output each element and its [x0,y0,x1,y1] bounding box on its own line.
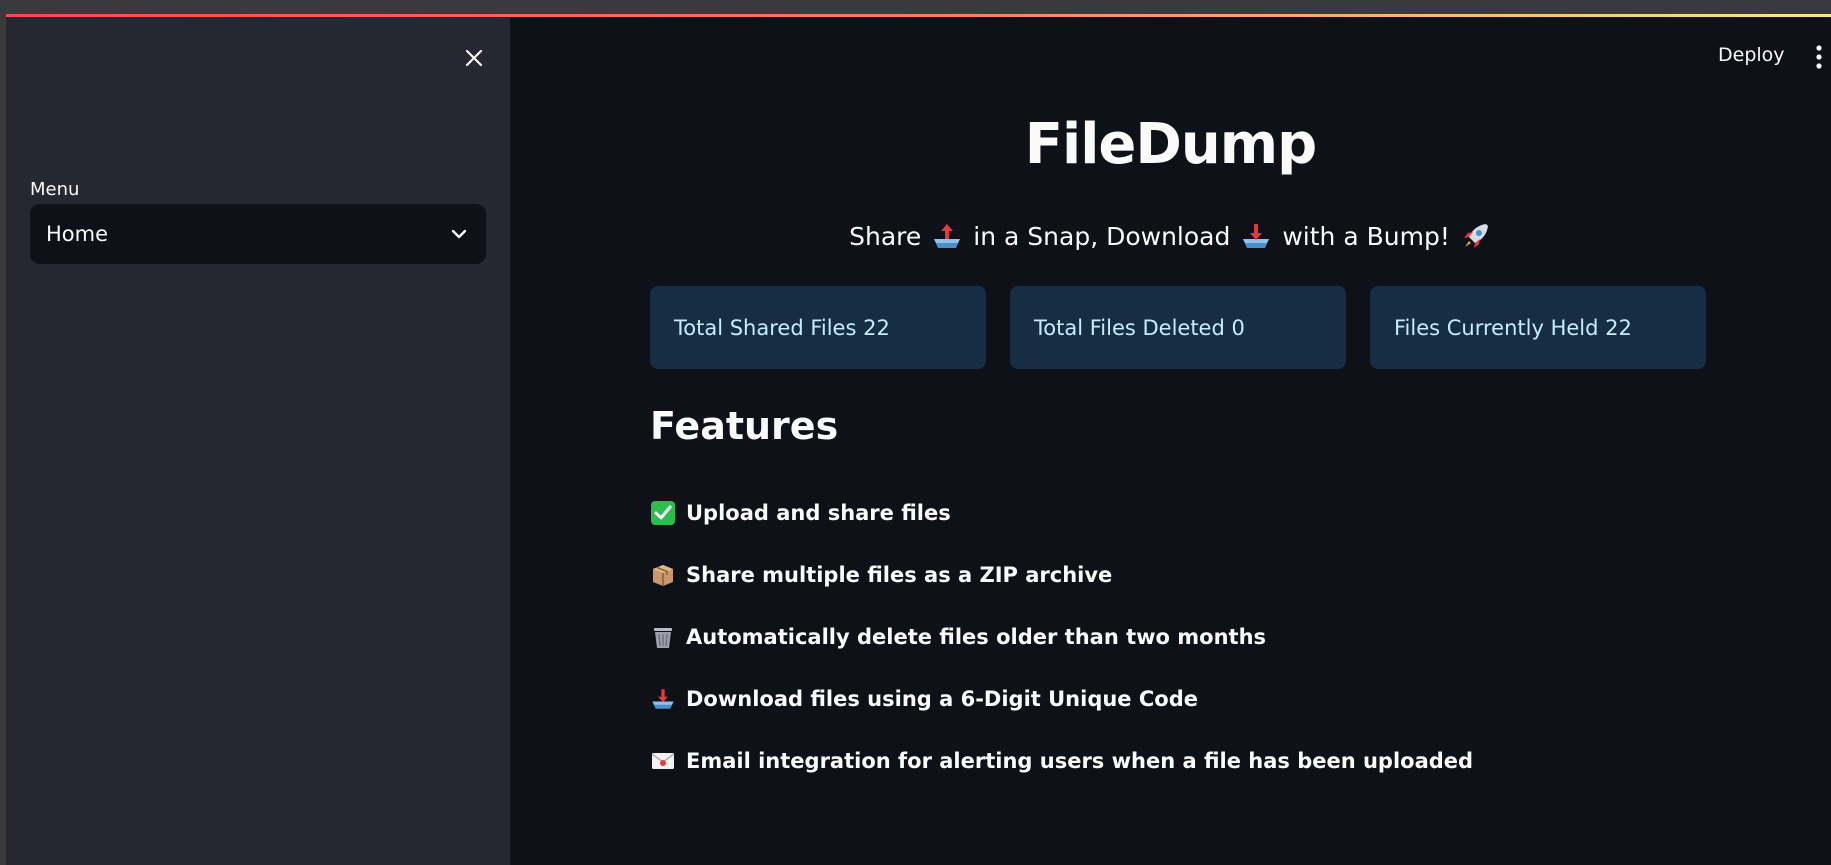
features-list: Upload and share files Share multiple fi… [650,482,1473,792]
kebab-menu-icon [1816,45,1822,69]
wastebasket-icon [650,624,676,650]
close-sidebar-button[interactable] [456,40,492,76]
subtitle-part-1: Share [849,221,922,251]
feature-text: Download files using a 6-Digit Unique Co… [686,687,1198,711]
stat-total-shared: Total Shared Files 22 [650,286,986,369]
menu-select[interactable]: Home [30,204,486,264]
feature-item: Share multiple files as a ZIP archive [650,544,1473,606]
check-mark-icon [650,500,676,526]
download-tray-icon [1240,221,1272,251]
chevron-down-icon [451,229,467,239]
page-title: FileDump [1024,112,1317,177]
stat-currently-held: Files Currently Held 22 [1370,286,1706,369]
main-menu-button[interactable] [1811,40,1827,74]
feature-item: Upload and share files [650,482,1473,544]
envelope-icon [650,748,676,774]
subtitle-part-3: with a Bump! [1282,221,1450,251]
download-tray-icon [650,686,676,712]
deploy-button[interactable]: Deploy [1712,38,1791,72]
accent-bar [6,14,1831,17]
feature-item: Download files using a 6-Digit Unique Co… [650,668,1473,730]
upload-tray-icon [931,221,963,251]
page-subtitle: Share in a Snap, Download with a Bump! [510,220,1831,252]
package-icon [650,562,676,588]
rocket-icon [1460,220,1492,252]
feature-item: Automatically delete files older than tw… [650,606,1473,668]
menu-select-value: Home [46,222,109,246]
stats-row: Total Shared Files 22 Total Files Delete… [650,286,1706,369]
menu-label: Menu [30,179,80,200]
features-heading: Features [650,404,839,448]
subtitle-part-2: in a Snap, Download [973,221,1231,251]
feature-text: Automatically delete files older than tw… [686,625,1267,649]
stat-total-deleted: Total Files Deleted 0 [1010,286,1346,369]
feature-text: Upload and share files [686,501,951,525]
feature-text: Email integration for alerting users whe… [686,749,1474,773]
feature-text: Share multiple files as a ZIP archive [686,563,1113,587]
sidebar: Menu Home [6,14,510,865]
close-icon [465,49,483,67]
feature-item: Email integration for alerting users whe… [650,730,1473,792]
app-window: Menu Home Deploy FileDump Share in a Sna… [6,14,1831,865]
